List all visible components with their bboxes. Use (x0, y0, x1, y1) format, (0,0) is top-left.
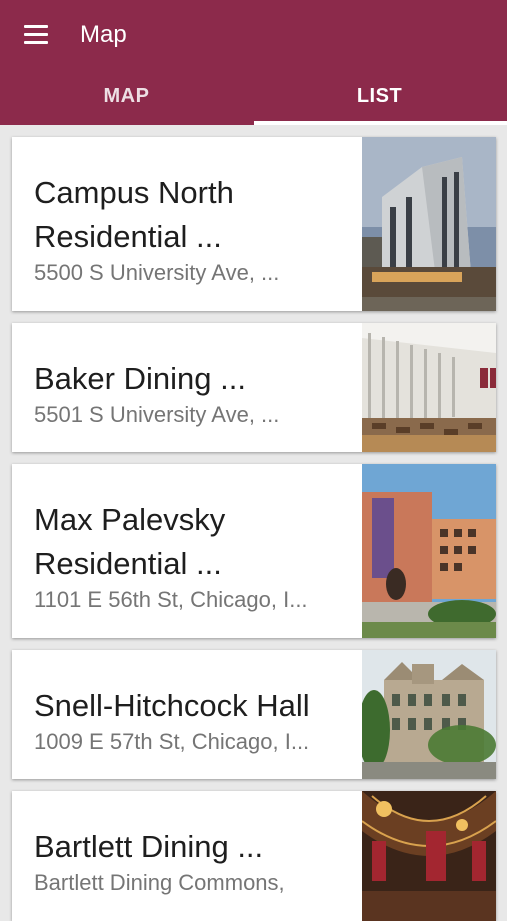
location-name: Campus North (34, 175, 234, 210)
location-photo (362, 791, 496, 921)
location-photo (362, 464, 496, 638)
app-bar: Map (0, 0, 507, 68)
list-item-bartlett-dining[interactable]: Bartlett Dining ... Bartlett Dining Comm… (12, 791, 496, 921)
tab-list[interactable]: LIST (253, 68, 506, 125)
location-name: Baker Dining ... (34, 361, 246, 396)
location-name: Bartlett Dining ... (34, 829, 264, 864)
location-name: Residential ... (34, 219, 222, 254)
tab-map[interactable]: MAP (0, 68, 253, 125)
list-item-max-palevsky[interactable]: Max Palevsky Residential ... 1101 E 56th… (12, 464, 496, 638)
location-address: Bartlett Dining Commons, (34, 870, 285, 895)
location-photo (362, 323, 496, 452)
location-address: 1009 E 57th St, Chicago, I... (34, 729, 310, 754)
tab-bar: MAP LIST (0, 68, 507, 125)
list-item-baker-dining[interactable]: Baker Dining ... 5501 S University Ave, … (12, 323, 496, 452)
location-name: Snell-Hitchcock Hall (34, 688, 310, 723)
location-address: 5500 S University Ave, ... (34, 260, 280, 285)
location-address: 1101 E 56th St, Chicago, I... (34, 587, 308, 612)
location-address: 5501 S University Ave, ... (34, 402, 280, 427)
list-item-campus-north[interactable]: Campus North Residential ... 5500 S Univ… (12, 137, 496, 311)
tab-indicator (254, 121, 507, 125)
menu-icon[interactable] (24, 24, 48, 44)
location-photo (362, 137, 496, 311)
page-title: Map (80, 21, 127, 48)
location-photo (362, 650, 496, 779)
location-name: Residential ... (34, 546, 222, 581)
list-item-snell-hitchcock[interactable]: Snell-Hitchcock Hall 1009 E 57th St, Chi… (12, 650, 496, 779)
location-name: Max Palevsky (34, 502, 226, 537)
